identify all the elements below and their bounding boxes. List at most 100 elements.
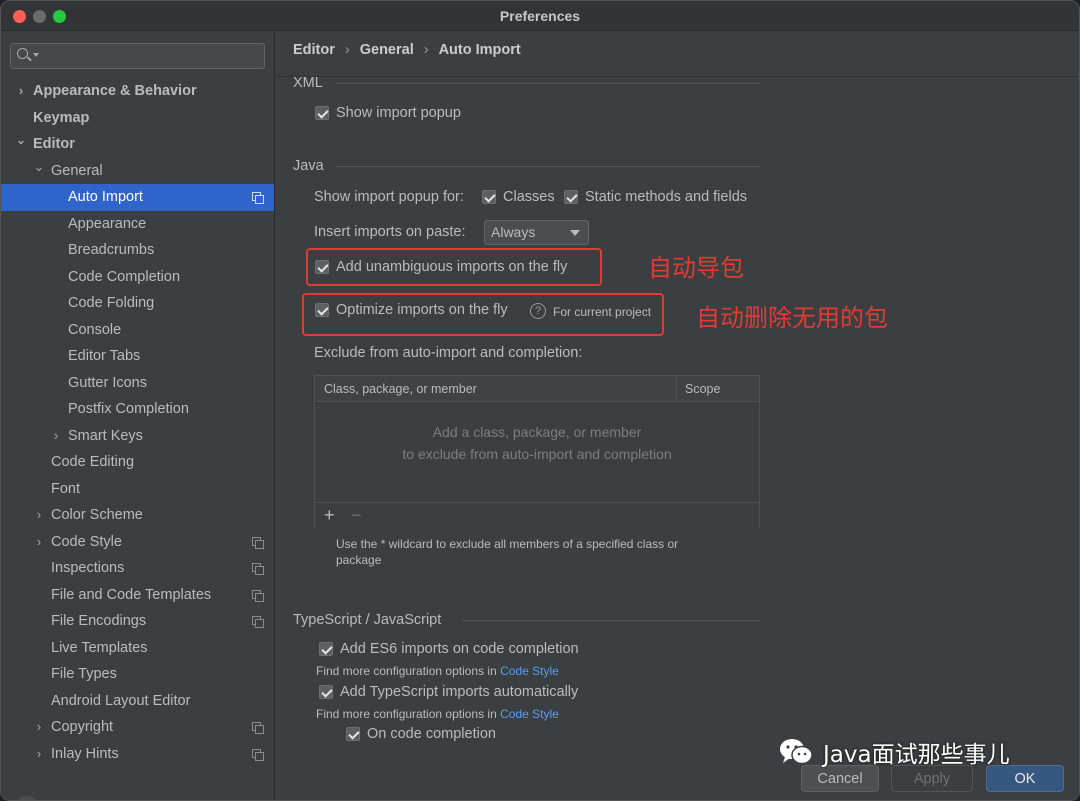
sidebar-item-copyright[interactable]: › Copyright: [1, 714, 274, 741]
chevron-right-icon[interactable]: ›: [33, 529, 45, 556]
project-scope-icon: [252, 589, 264, 602]
cancel-button[interactable]: Cancel: [801, 765, 879, 792]
sidebar-item-code-folding[interactable]: Code Folding: [1, 290, 274, 317]
on-code-completion-checkbox[interactable]: [346, 727, 360, 741]
sidebar-item-smart-keys[interactable]: › Smart Keys: [1, 423, 274, 450]
sidebar-item-live-templates[interactable]: Live Templates: [1, 635, 274, 662]
sidebar-item-code-style[interactable]: › Code Style: [1, 529, 274, 556]
sidebar-item-inspections[interactable]: Inspections: [1, 555, 274, 582]
sidebar-item-label: General: [51, 162, 103, 179]
sidebar-item-code-completion[interactable]: Code Completion: [1, 264, 274, 291]
popup-static-methods-checkbox[interactable]: [564, 190, 578, 204]
sidebar-item-auto-import[interactable]: Auto Import: [1, 184, 274, 211]
find-more-text-1: Find more configuration options in: [316, 664, 497, 678]
chevron-down-icon[interactable]: ⌄: [33, 154, 45, 181]
settings-search-input[interactable]: [10, 43, 265, 69]
sidebar-item-file-types[interactable]: File Types: [1, 661, 274, 688]
breadcrumb-separator: ›: [423, 42, 429, 58]
watermark-text: Java面试那些事儿: [823, 742, 1010, 768]
empty-table-text-1: Add a class, package, or member: [432, 424, 642, 440]
insert-on-paste-select[interactable]: Always: [484, 220, 589, 245]
exclude-table-header: Class, package, or member Scope: [315, 376, 759, 402]
show-import-popup-xml-checkbox[interactable]: [315, 106, 329, 120]
sidebar-item-file-and-code-templates[interactable]: File and Code Templates: [1, 582, 274, 609]
search-icon: [17, 48, 28, 59]
typescript-imports-label: Add TypeScript imports automatically: [340, 684, 579, 700]
sidebar-item-appearance[interactable]: Appearance: [1, 211, 274, 238]
sidebar-item-label: Keymap: [33, 109, 90, 126]
sidebar-item-breadcrumbs[interactable]: Breadcrumbs: [1, 237, 274, 264]
sidebar-item-label: Copyright: [51, 719, 114, 735]
exclude-table: Class, package, or member Scope Add a cl…: [314, 375, 760, 529]
sidebar-item-postfix-completion[interactable]: Postfix Completion: [1, 396, 274, 423]
search-options-dropdown-icon[interactable]: [33, 53, 39, 57]
help-button[interactable]: ?: [14, 796, 40, 800]
sidebar-item-gutter-icons[interactable]: Gutter Icons: [1, 370, 274, 397]
sidebar-item-label: Postfix Completion: [68, 401, 189, 417]
auto-import-panel: Editor › General › Auto Import XML Show impo…: [276, 32, 1079, 800]
code-style-link-1[interactable]: Code Style: [500, 664, 559, 678]
settings-sidebar: › Appearance & Behavior Keymap ⌄ Editor ⌄ Gene…: [1, 32, 275, 800]
breadcrumb-editor[interactable]: Editor: [293, 42, 335, 58]
popup-classes-checkbox[interactable]: [482, 190, 496, 204]
sidebar-item-editor-tabs[interactable]: Editor Tabs: [1, 343, 274, 370]
chevron-right-icon[interactable]: ›: [33, 741, 45, 768]
remove-icon[interactable]: −: [351, 505, 362, 526]
show-popup-for-label: Show import popup for:: [314, 189, 464, 205]
sidebar-item-font[interactable]: Font: [1, 476, 274, 503]
chevron-right-icon[interactable]: ›: [33, 714, 45, 741]
column-header-class[interactable]: Class, package, or member: [324, 382, 477, 396]
es6-imports-checkbox[interactable]: [319, 642, 333, 656]
chevron-down-icon: [570, 230, 580, 236]
sidebar-item-label: Appearance: [68, 215, 147, 232]
apply-button[interactable]: Apply: [891, 765, 973, 792]
exclude-table-toolbar: + −: [315, 502, 759, 529]
project-scope-icon: [252, 563, 264, 575]
column-header-scope[interactable]: Scope: [685, 382, 720, 396]
chevron-right-icon[interactable]: ›: [15, 78, 27, 105]
preferences-window: Preferences › Appearance & Behavior Keymap…: [0, 0, 1080, 801]
chevron-right-icon[interactable]: ›: [33, 502, 45, 529]
sidebar-item-inlay-hints[interactable]: › Inlay Hints: [1, 741, 274, 768]
sidebar-item-label: Inlay Hints: [51, 745, 119, 762]
breadcrumb-auto-import: Auto Import: [438, 42, 521, 58]
java-section-divider: [335, 166, 760, 167]
wildcard-hint-line-1: Use the * wildcard to exclude all member…: [336, 537, 679, 551]
sidebar-item-appearance-behavior[interactable]: › Appearance & Behavior: [1, 78, 274, 105]
chevron-down-icon[interactable]: ⌄: [15, 127, 27, 154]
breadcrumb: Editor › General › Auto Import: [293, 42, 531, 58]
project-scope-icon: [252, 616, 264, 628]
sidebar-item-label: Code Editing: [51, 454, 135, 470]
chevron-right-icon[interactable]: ›: [50, 423, 62, 450]
settings-tree: › Appearance & Behavior Keymap ⌄ Editor ⌄ Gene…: [1, 78, 274, 768]
sidebar-item-android-layout-editor[interactable]: Android Layout Editor: [1, 688, 274, 715]
sidebar-item-label: Inspections: [51, 560, 125, 576]
code-style-link-2[interactable]: Code Style: [500, 707, 559, 721]
typescript-imports-checkbox[interactable]: [319, 685, 333, 699]
sidebar-item-label: Live Templates: [51, 639, 148, 656]
sidebar-item-general[interactable]: ⌄ General: [1, 158, 274, 185]
sidebar-item-label: Appearance & Behavior: [33, 83, 197, 99]
xml-section-divider: [335, 83, 760, 84]
find-more-options-1: Find more configuration options in Code …: [316, 664, 559, 678]
wildcard-hint-line-2: package: [336, 553, 382, 567]
add-icon[interactable]: +: [324, 505, 335, 526]
ok-button[interactable]: OK: [986, 765, 1064, 792]
sidebar-item-file-encodings[interactable]: File Encodings: [1, 608, 274, 635]
sidebar-item-console[interactable]: Console: [1, 317, 274, 344]
sidebar-item-label: Color Scheme: [51, 507, 143, 523]
sidebar-item-label: File Types: [51, 666, 117, 682]
column-divider: [676, 376, 677, 402]
project-scope-icon: [252, 748, 264, 761]
sidebar-item-keymap[interactable]: Keymap: [1, 105, 274, 132]
sidebar-item-code-editing[interactable]: Code Editing: [1, 449, 274, 476]
popup-static-methods-label: Static methods and fields: [585, 189, 748, 205]
sidebar-item-color-scheme[interactable]: › Color Scheme: [1, 502, 274, 529]
window-title: Preferences: [499, 8, 581, 24]
empty-table-text-2: to exclude from auto-import and completi…: [402, 446, 672, 462]
exclude-label: Exclude from auto-import and completion:: [314, 345, 583, 361]
breadcrumb-general[interactable]: General: [360, 42, 414, 58]
sidebar-item-label: Font: [51, 480, 81, 497]
sidebar-item-label: File Encodings: [51, 613, 147, 629]
sidebar-item-label: Android Layout Editor: [51, 692, 191, 709]
